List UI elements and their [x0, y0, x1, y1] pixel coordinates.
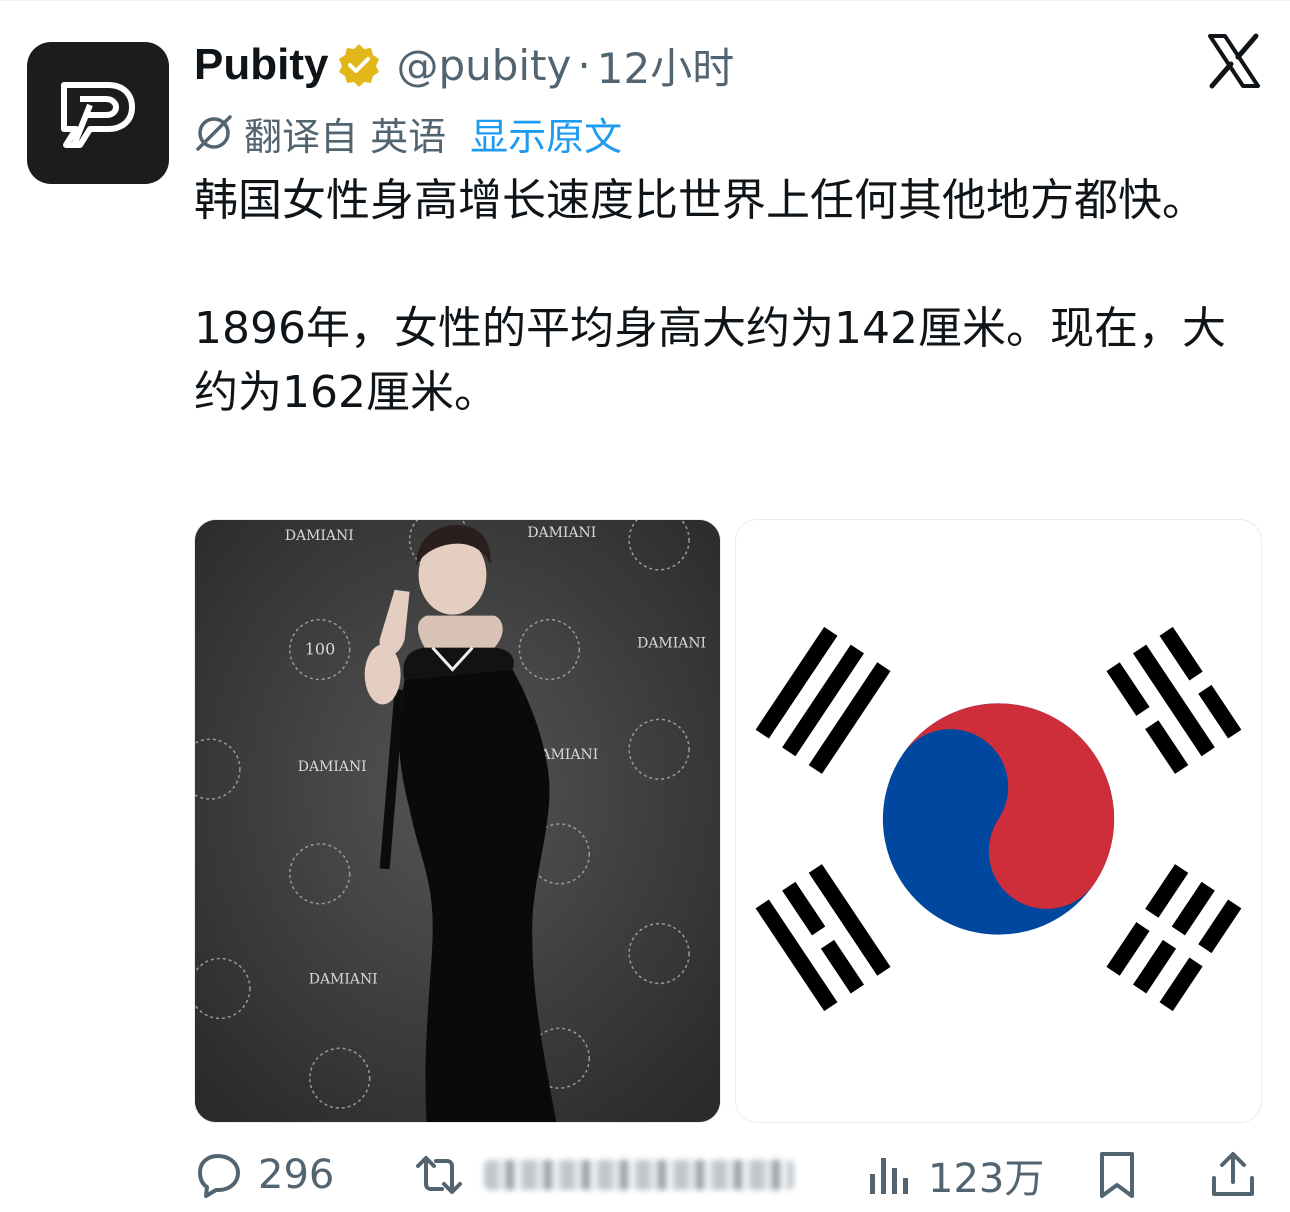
backdrop-text: DAMIANI	[527, 525, 596, 541]
red-carpet-photo: DAMIANI 100 DAMIANI DAMIANI DAMIANI DAMI…	[195, 520, 720, 1122]
pubity-logo-icon	[61, 82, 135, 148]
reply-icon	[198, 1154, 240, 1198]
bookmark-icon	[1100, 1152, 1134, 1198]
media-grid: DAMIANI 100 DAMIANI DAMIANI DAMIANI DAMI…	[194, 519, 1262, 1123]
show-original-link[interactable]: 显示原文	[470, 106, 622, 161]
backdrop-text: DAMIANI	[285, 528, 354, 544]
backdrop-text: DAMIANI	[309, 971, 378, 987]
views-count: 123万	[928, 1156, 1045, 1202]
reply-button[interactable]: 296	[194, 1149, 334, 1201]
action-bar: 296 123万	[194, 1141, 1262, 1205]
backdrop-text: DAMIANI	[298, 759, 367, 775]
photo-south-korea-flag[interactable]	[735, 519, 1262, 1123]
backdrop-text: DAMIANI	[637, 636, 706, 652]
display-name[interactable]: Pubity	[194, 40, 328, 90]
reply-count: 296	[258, 1152, 335, 1198]
translation-row: 翻译自 英语 显示原文	[194, 105, 622, 161]
tweet-paragraph: 韩国女性身高增长速度比世界上任何其他地方都快。	[194, 175, 1206, 226]
avatar[interactable]	[27, 42, 169, 184]
translate-icon	[194, 113, 234, 153]
repost-icon	[416, 1156, 462, 1194]
tweet-card[interactable]: Pubity @pubity · 12小时 翻译自 英语 显示原文 韩国女性身高	[0, 0, 1290, 1212]
share-icon	[1212, 1152, 1254, 1196]
views-icon	[870, 1158, 908, 1194]
tweet-paragraph: 1896年，女性的平均身高大约为142厘米。现在，大约为162厘米。	[194, 303, 1226, 418]
bookmark-button[interactable]	[1092, 1149, 1156, 1201]
verified-badge-icon[interactable]	[336, 42, 382, 88]
tweet-text: 韩国女性身高增长速度比世界上任何其他地方都快。 1896年，女性的平均身高大约为…	[194, 169, 1234, 425]
backdrop-text: 100	[305, 640, 335, 659]
translated-from-label: 翻译自 英语	[244, 114, 447, 159]
x-logo-icon	[1206, 33, 1262, 89]
repost-button[interactable]	[414, 1149, 794, 1201]
author-handle[interactable]: @pubity	[396, 41, 571, 90]
photo-red-carpet[interactable]: DAMIANI 100 DAMIANI DAMIANI DAMIANI DAMI…	[194, 519, 721, 1123]
south-korea-flag-image	[736, 520, 1261, 1122]
views-button[interactable]: 123万	[864, 1149, 1045, 1202]
timestamp[interactable]: 12小时	[597, 35, 734, 96]
tweet-header: Pubity @pubity · 12小时	[194, 35, 734, 95]
separator: ·	[577, 40, 591, 90]
redacted-area	[484, 1160, 794, 1190]
share-button[interactable]	[1208, 1149, 1272, 1201]
